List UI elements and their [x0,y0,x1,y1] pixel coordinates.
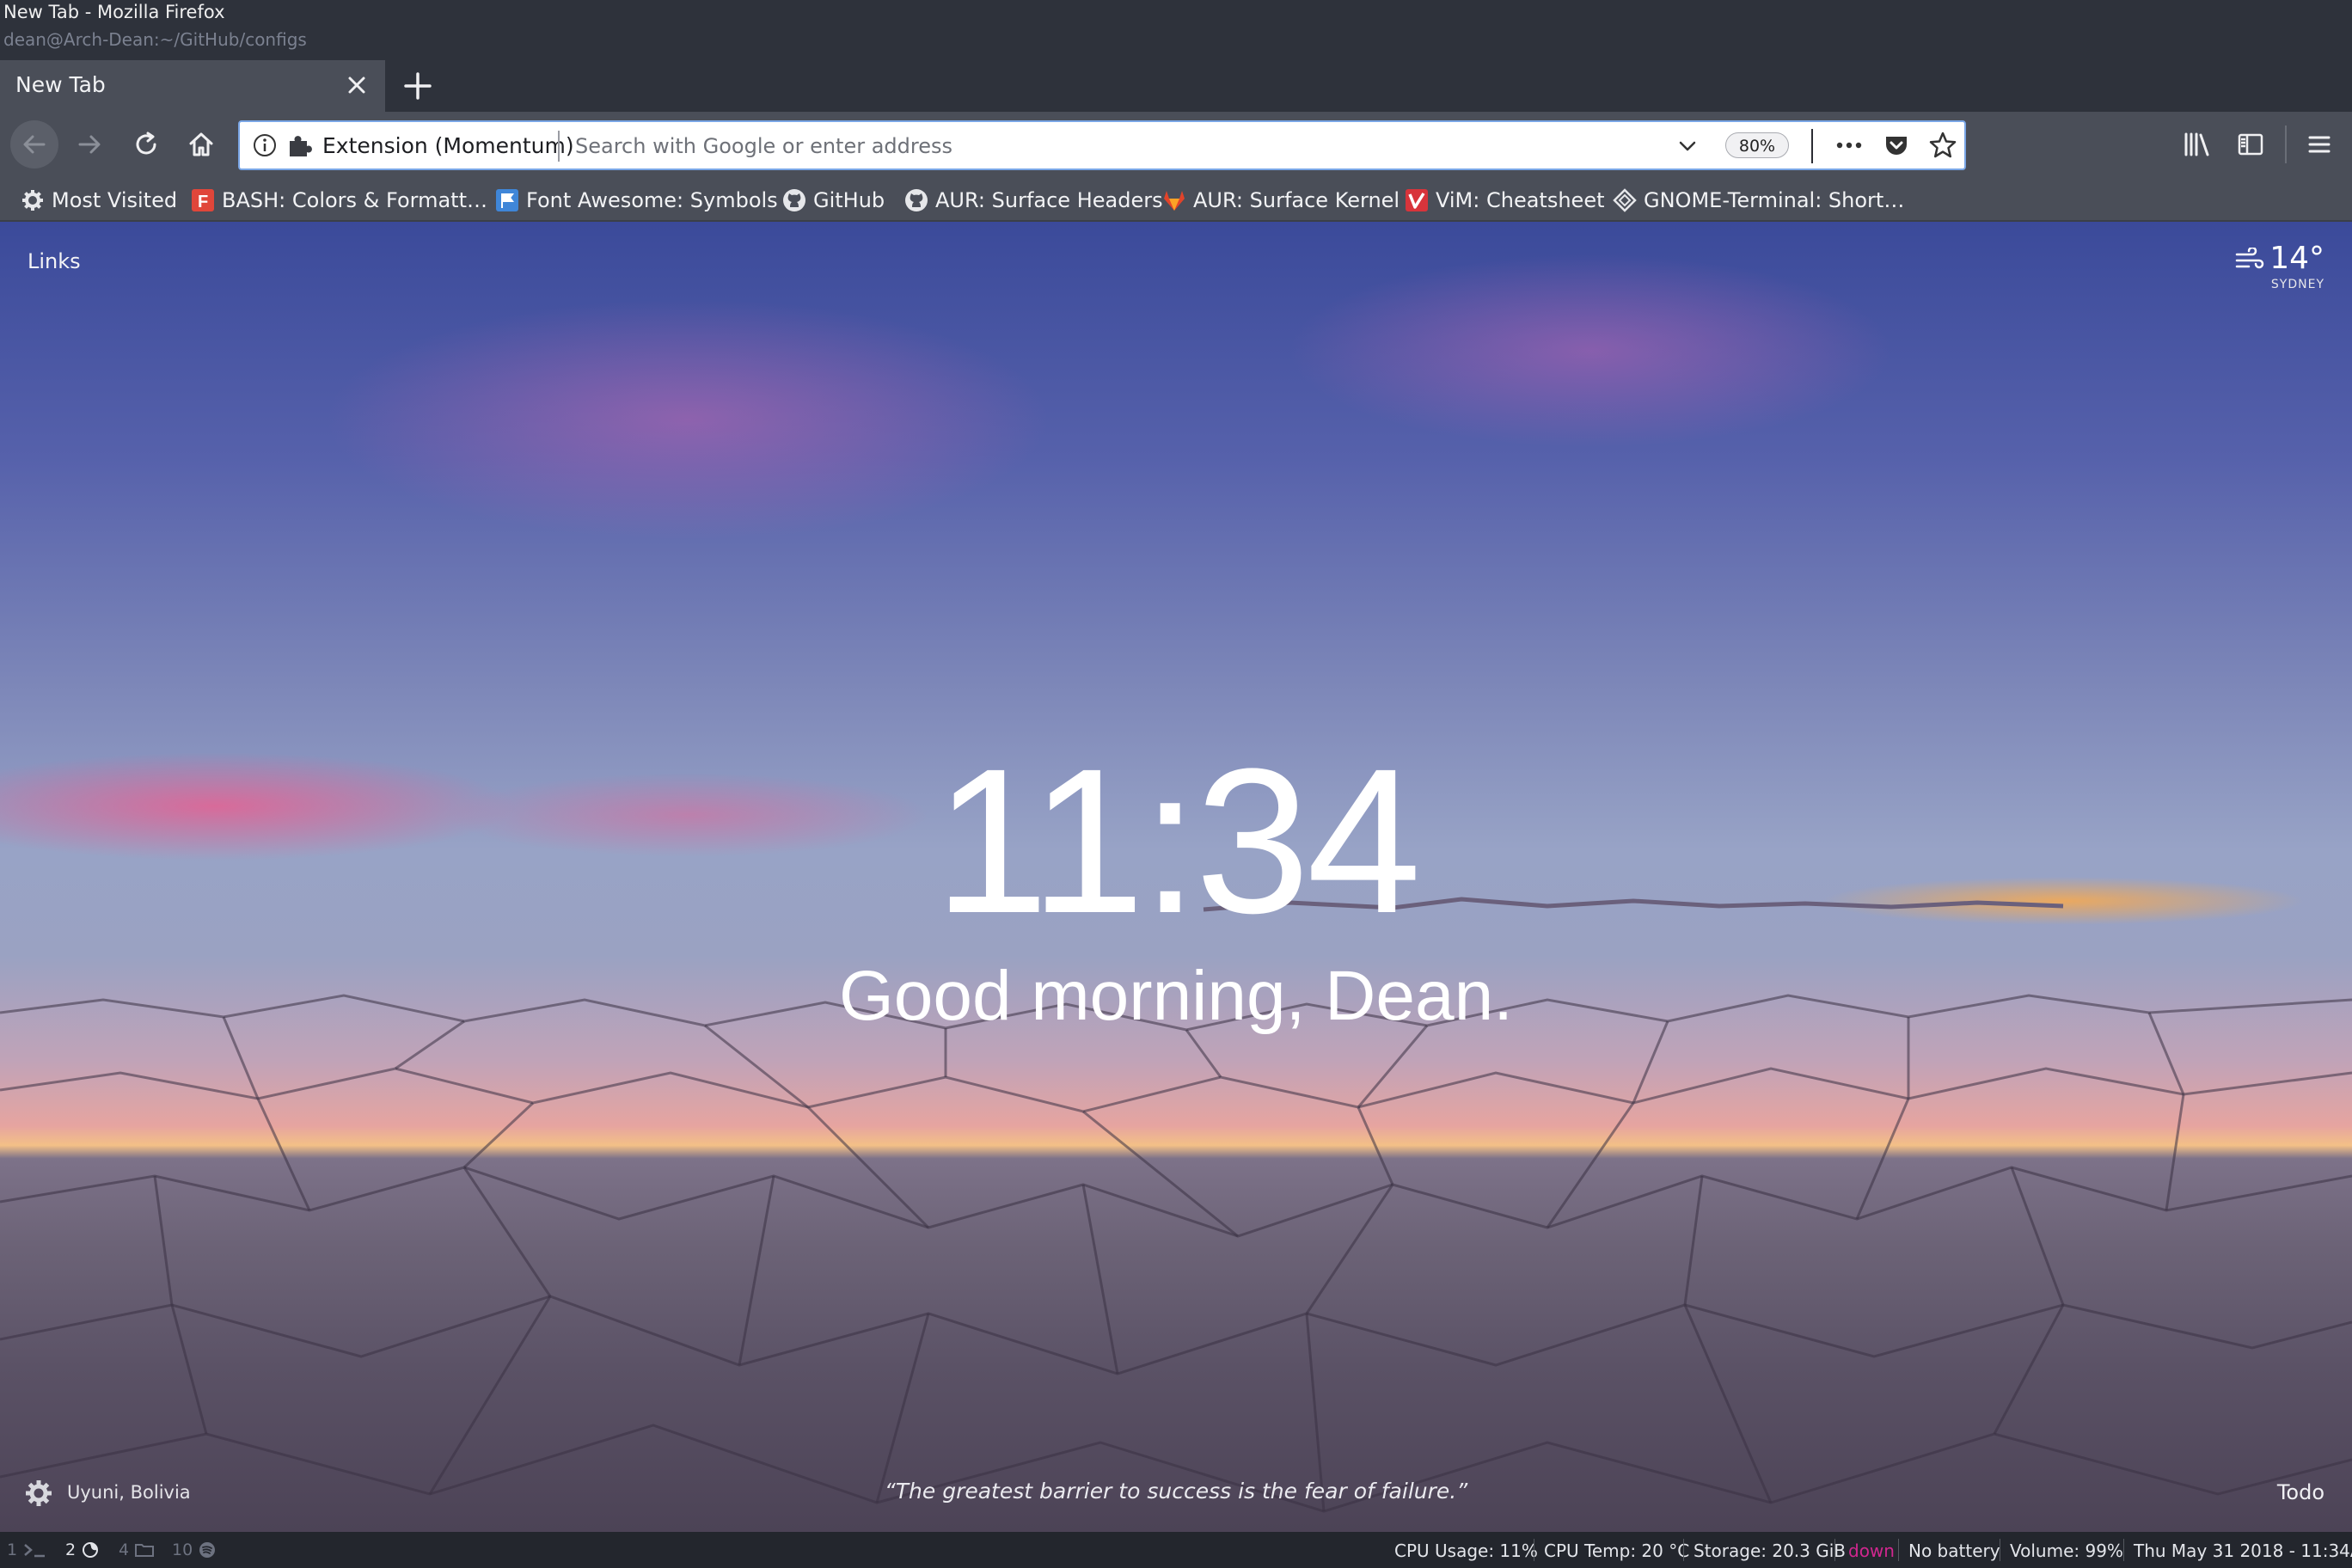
back-button[interactable] [10,120,58,168]
reload-button[interactable] [122,120,170,168]
status-separator [1898,1539,1899,1561]
home-icon [189,132,213,156]
toolbar-divider [2285,126,2287,163]
chevron-down-icon[interactable] [1675,134,1700,158]
github-icon [904,188,928,212]
workspace-number: 10 [172,1540,193,1559]
datetime: Thu May 31 2018 - 11:34AM [2134,1540,2352,1561]
forward-button[interactable] [65,120,113,168]
bookmark-vim-cheatsheet[interactable]: ViM: Cheatsheet [1405,186,1605,215]
bookmark-label: Most Visited [52,188,178,212]
flag-icon [495,188,519,212]
daily-quote[interactable]: “The greatest barrier to success is the … [0,1479,2352,1504]
hamburger-menu-icon [2308,136,2331,153]
identity-label[interactable]: Extension (Momentum) [322,133,574,158]
workspace-number: 4 [119,1540,130,1559]
page-actions-icon[interactable] [1834,132,1865,158]
puzzle-piece-icon [290,136,312,156]
status-separator [2123,1539,2124,1561]
library-button[interactable] [2173,120,2221,168]
weather-widget[interactable]: 14° SYDNEY [2235,241,2324,291]
status-separator [1834,1539,1835,1561]
new-tab-button[interactable] [399,67,437,105]
workspace-number: 1 [7,1540,18,1559]
zoom-level-badge[interactable]: 80% [1725,132,1789,158]
clock-time[interactable]: 11:34 [0,738,2352,944]
bookmark-font-awesome[interactable]: Font Awesome: Symbols [495,186,778,215]
greeting-text[interactable]: Good morning, Dean. [0,956,2352,1037]
network-status: down [1848,1540,1895,1561]
window-titlebar: New Tab - Mozilla Firefox dean@Arch-Dean… [0,0,2352,60]
gitlab-icon [1162,188,1186,212]
cpu-usage: CPU Usage: 11% [1394,1540,1538,1561]
bookmark-label: AUR: Surface Kernel [1193,188,1400,212]
bookmark-aur-surface-kernel[interactable]: AUR: Surface Kernel [1162,186,1400,215]
bookmark-gnome-terminal[interactable]: GNOME-Terminal: Short… [1613,186,1904,215]
flaticon-icon: F [191,188,215,212]
bookmark-aur-surface-headers[interactable]: AUR: Surface Headers [904,186,1163,215]
folder-icon [135,1544,155,1557]
bookmark-label: AUR: Surface Headers [935,188,1163,212]
navigation-toolbar: Extension (Momentum) 80% [0,112,2352,181]
volume: Volume: 99% [2010,1540,2123,1561]
bookmark-github[interactable]: GitHub [782,186,885,215]
wind-icon [2235,246,2264,269]
svg-text:F: F [198,193,208,211]
status-separator [1683,1539,1684,1561]
reload-icon [136,132,156,155]
sidebar-button[interactable] [2226,120,2275,168]
window-title: New Tab - Mozilla Firefox [3,2,225,22]
weather-city: SYDNEY [2270,278,2324,291]
github-icon [782,188,806,212]
info-icon[interactable] [252,132,278,158]
momentum-dashboard: Links 14° SYDNEY 11:34 Good morning, Dea… [0,222,2352,1532]
workspace-2[interactable]: 2 [65,1540,100,1559]
battery-status: No battery [1908,1540,2000,1561]
arrow-left-icon [23,135,46,154]
workspace-1[interactable]: 1 [7,1540,48,1559]
bookmark-bash-colors[interactable]: F BASH: Colors & Formatt… [191,186,487,215]
gear-icon [21,188,45,212]
vim-icon [1405,188,1429,212]
workspace-10[interactable]: 10 [172,1540,217,1559]
bookmark-label: Font Awesome: Symbols [526,188,778,212]
home-button[interactable] [177,120,225,168]
tab-new-tab[interactable]: New Tab [0,60,385,112]
close-icon[interactable] [342,70,371,100]
bookmark-most-visited[interactable]: Most Visited [21,186,177,215]
gnome-icon [1613,188,1637,212]
url-bar[interactable]: Extension (Momentum) 80% [238,120,1966,170]
bookmark-label: GitHub [813,188,885,212]
url-divider-2 [1811,129,1813,163]
tab-title: New Tab [15,72,106,97]
spotify-icon [199,1542,216,1558]
terminal-icon [24,1544,46,1558]
pocket-icon[interactable] [1882,131,1911,160]
sidebar-icon [2238,133,2263,156]
weather-temp-value: 14° [2269,241,2324,276]
library-icon [2184,132,2209,156]
workspace-4[interactable]: 4 [119,1540,155,1559]
firefox-icon [83,1542,99,1558]
weather-temperature: 14° [2235,241,2324,276]
todo-button[interactable]: Todo [2277,1480,2324,1504]
tab-strip: New Tab [0,60,2352,112]
menu-button[interactable] [2295,120,2343,168]
address-input[interactable] [573,127,1866,165]
arrow-right-icon [78,135,101,154]
workspace-number: 2 [65,1540,77,1559]
bookmark-label: ViM: Cheatsheet [1436,188,1605,212]
links-button[interactable]: Links [28,249,81,273]
system-status-bar: 1 2 4 10 CPU Usage: 11% CPU Temp: 20 °C … [0,1532,2352,1568]
cpu-temp: CPU Temp: 20 °C [1544,1540,1690,1561]
url-divider [558,131,560,162]
storage: Storage: 20.3 GiB [1694,1540,1847,1561]
window-subtitle: dean@Arch-Dean:~/GitHub/configs [3,29,307,50]
star-icon[interactable] [1928,131,1957,160]
bookmark-label: GNOME-Terminal: Short… [1644,188,1905,212]
bookmark-label: BASH: Colors & Formatt… [222,188,487,212]
bookmarks-toolbar: Most Visited F BASH: Colors & Formatt… F… [0,181,2352,222]
